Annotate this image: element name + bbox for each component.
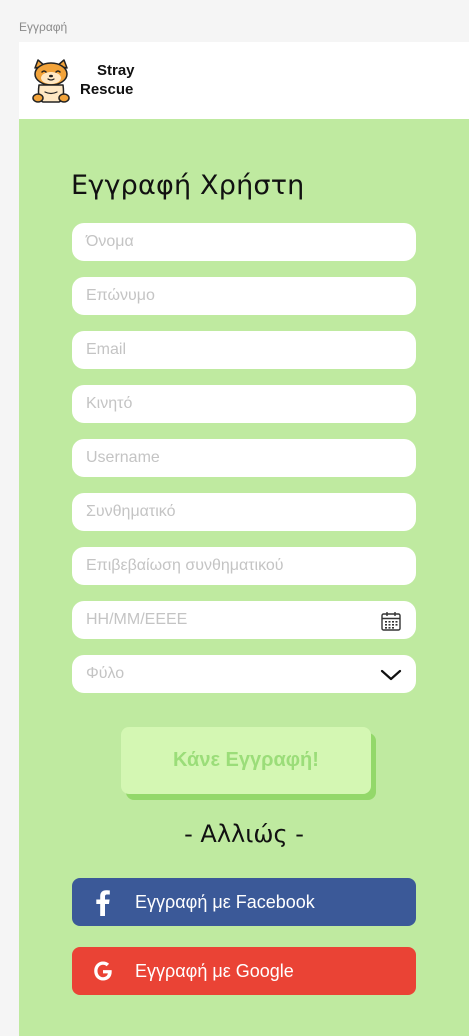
google-signup-button[interactable]: Εγγραφή με Google	[72, 947, 416, 995]
birthdate-field[interactable]: ΗΗ/ΜΜ/ΕΕΕΕ	[72, 601, 416, 639]
birthdate-placeholder: ΗΗ/ΜΜ/ΕΕΕΕ	[86, 611, 188, 628]
password-input[interactable]: Συνθηματικό	[72, 493, 416, 531]
frame-label: Εγγραφή	[19, 20, 68, 34]
email-input[interactable]: Email	[72, 331, 416, 369]
gender-placeholder: Φύλο	[86, 665, 125, 682]
username-input[interactable]: Username	[72, 439, 416, 477]
last-name-input[interactable]: Επώνυμο	[72, 277, 416, 315]
calendar-icon[interactable]	[380, 610, 402, 632]
google-icon	[94, 961, 112, 981]
confirm-password-input[interactable]: Επιβεβαίωση συνθηματικού	[72, 547, 416, 585]
google-signup-label: Εγγραφή με Google	[135, 961, 294, 981]
brand-line-1: Stray	[97, 62, 135, 79]
alternative-divider-text: - Αλλιώς -	[184, 820, 304, 848]
form-title: Εγγραφή Χρήστη	[71, 170, 305, 201]
app-header: Stray Rescue	[19, 42, 469, 119]
mobile-input[interactable]: Κινητό	[72, 385, 416, 423]
facebook-signup-button[interactable]: Εγγραφή με Facebook	[72, 878, 416, 926]
register-button[interactable]: Κάνε Εγγραφή!	[121, 727, 371, 794]
app-frame: Stray Rescue Εγγραφή Χρήστη Όνομα Επώνυμ…	[19, 42, 469, 1036]
dog-logo-icon[interactable]	[31, 58, 71, 104]
chevron-down-icon	[380, 669, 402, 681]
brand-name: Stray Rescue	[80, 61, 135, 99]
gender-select[interactable]: Φύλο	[72, 655, 416, 693]
facebook-signup-label: Εγγραφή με Facebook	[135, 892, 315, 912]
brand-line-2: Rescue	[80, 81, 134, 98]
first-name-input[interactable]: Όνομα	[72, 223, 416, 261]
facebook-icon	[96, 890, 110, 916]
